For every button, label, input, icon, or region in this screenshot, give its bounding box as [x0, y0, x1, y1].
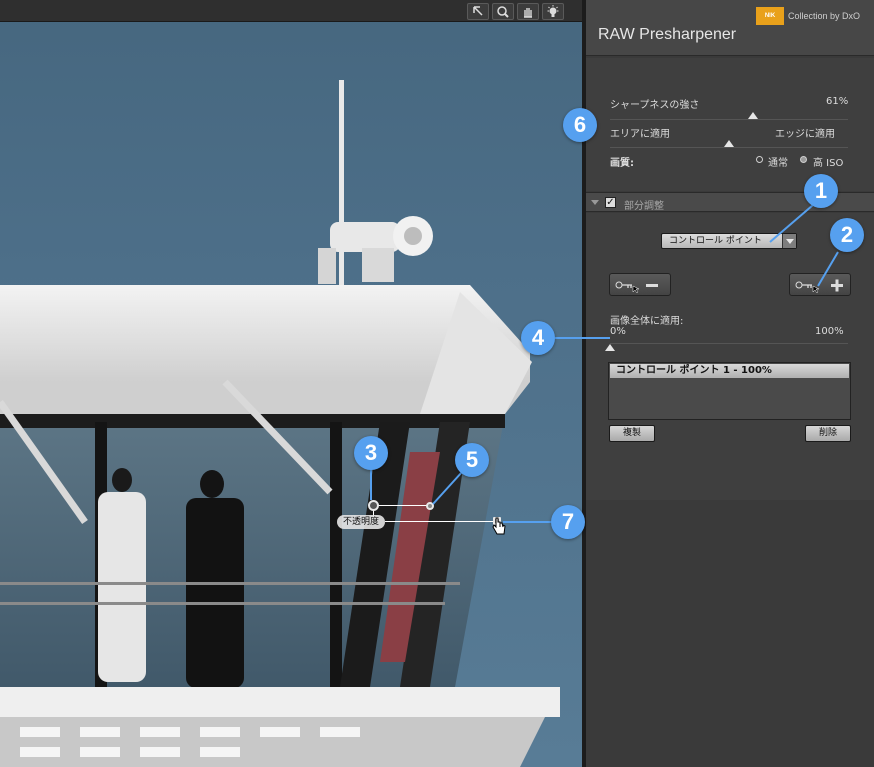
callout-4: 4 — [521, 321, 555, 355]
callout-2: 2 — [830, 218, 864, 252]
callout-6: 6 — [563, 108, 597, 142]
panel-callout-connectors — [555, 204, 839, 339]
callout-1: 1 — [804, 174, 838, 208]
callout-7: 7 — [551, 505, 585, 539]
